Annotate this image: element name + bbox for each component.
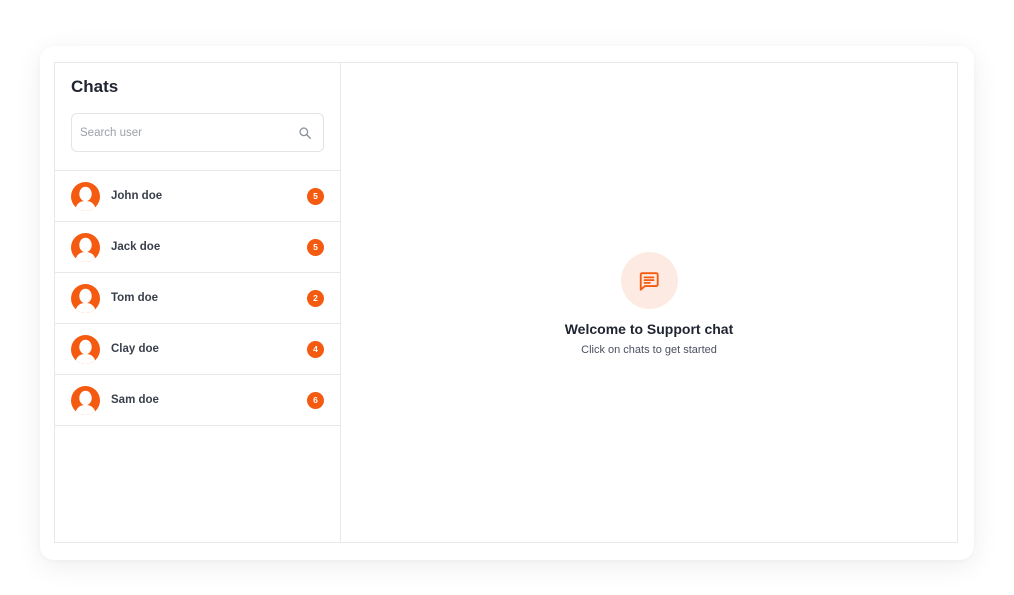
chat-message-icon: [620, 252, 678, 309]
search-icon[interactable]: [297, 125, 313, 141]
unread-count-badge: 5: [307, 238, 324, 256]
chat-list-item[interactable]: Clay doe 4: [55, 324, 340, 375]
user-avatar-icon: [71, 283, 100, 313]
unread-count-badge: 4: [307, 340, 324, 358]
chat-window: Chats Search user John doe 5 Jack doe 5 …: [40, 46, 974, 560]
unread-count-badge: 5: [307, 187, 324, 205]
chat-name: Jack doe: [111, 241, 161, 253]
chat-list-item[interactable]: Jack doe 5: [55, 222, 340, 273]
chat-list-item[interactable]: John doe 5: [55, 171, 340, 222]
search-input[interactable]: [72, 114, 297, 151]
chat-name: John doe: [111, 190, 163, 202]
user-avatar-icon: [71, 385, 100, 415]
chat-frame: Chats Search user John doe 5 Jack doe 5 …: [54, 62, 958, 543]
chat-name: Tom doe: [111, 292, 159, 304]
welcome-subtitle: Click on chats to get started: [581, 344, 717, 356]
user-avatar-icon: [71, 232, 100, 262]
chat-list: John doe 5 Jack doe 5 Tom doe 2 Clay doe…: [55, 170, 340, 426]
chat-name: Clay doe: [111, 343, 159, 355]
empty-state: Welcome to Support chat Click on chats t…: [341, 252, 957, 356]
unread-count-badge: 2: [307, 289, 324, 307]
chats-sidebar: Chats Search user John doe 5 Jack doe 5 …: [55, 63, 341, 542]
chat-name: Sam doe: [111, 394, 159, 406]
search-box[interactable]: [71, 113, 324, 152]
welcome-title: Welcome to Support chat: [564, 321, 734, 337]
user-avatar-icon: [71, 334, 100, 364]
sidebar-title: Chats: [71, 77, 119, 96]
chat-main-panel: Welcome to Support chat Click on chats t…: [341, 63, 957, 542]
user-avatar-icon: [71, 181, 100, 211]
chat-list-item[interactable]: Tom doe 2: [55, 273, 340, 324]
unread-count-badge: 6: [307, 391, 324, 409]
chat-list-item[interactable]: Sam doe 6: [55, 375, 340, 426]
